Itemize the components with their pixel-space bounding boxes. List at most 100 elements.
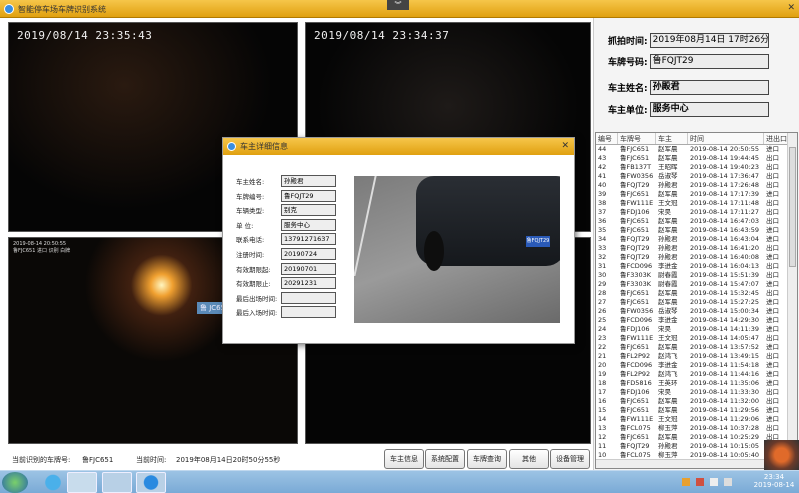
table-cell: 2019-08-14 11:32:00 xyxy=(690,397,760,405)
capture-time-row: 抓拍时间: 2019年08月14日 17时26分48秒 xyxy=(608,32,769,48)
col-header[interactable]: 车主 xyxy=(656,133,688,144)
dialog-close-button[interactable]: ✕ xyxy=(561,141,569,151)
table-row[interactable]: 18 鲁FD5816 王英环 2019-08-14 11:35:06 进口 xyxy=(596,379,797,388)
other-button[interactable]: 其他 xyxy=(509,449,549,469)
table-row[interactable]: 44 鲁FJC651 赵军晨 2019-08-14 20:50:55 进口 xyxy=(596,145,797,154)
table-cell: 出口 xyxy=(766,181,779,189)
table-cell: 进口 xyxy=(766,307,779,315)
table-cell: 鲁FJC651 xyxy=(620,190,650,198)
records-table[interactable]: 编号 车牌号 车主 时间 进出口 44 鲁FJC651 赵军晨 2019-08-14 … xyxy=(595,132,798,469)
detail-field-row: 车辆类型: 别克 xyxy=(236,204,336,217)
start-button[interactable] xyxy=(2,472,28,493)
table-cell: 2019-08-14 16:41:20 xyxy=(690,244,760,252)
table-row[interactable]: 15 鲁FJC651 赵军晨 2019-08-14 11:29:56 进口 xyxy=(596,406,797,415)
table-row[interactable]: 17 鲁FDJ106 宋昊 2019-08-14 11:33:30 出口 xyxy=(596,388,797,397)
collapse-button[interactable]: ︾ xyxy=(387,0,409,10)
table-row[interactable]: 43 鲁FJC651 赵军晨 2019-08-14 19:44:45 出口 xyxy=(596,154,797,163)
app-taskbar-icon[interactable] xyxy=(67,472,97,493)
owner-value: 孙殿君 xyxy=(649,79,769,95)
table-row[interactable]: 26 鲁FW0356 岳淑琴 2019-08-14 15:00:34 进口 xyxy=(596,307,797,316)
system-tray[interactable] xyxy=(682,478,742,488)
scroll-thumb[interactable] xyxy=(789,147,796,267)
table-cell: 36 xyxy=(598,217,607,225)
table-row[interactable]: 24 鲁FDJ106 宋昊 2019-08-14 14:11:39 进口 xyxy=(596,325,797,334)
detail-field-row: 联系电话: 13791271637 xyxy=(236,233,336,246)
field-value[interactable]: 20190701 xyxy=(281,262,336,275)
table-row[interactable]: 32 鲁FQJT29 孙殿君 2019-08-14 16:40:08 进口 xyxy=(596,253,797,262)
table-row[interactable]: 19 鲁FL2P92 赵鸿飞 2019-08-14 11:44:16 进口 xyxy=(596,370,797,379)
table-row[interactable]: 35 鲁FJC651 赵军晨 2019-08-14 16:43:59 进口 xyxy=(596,226,797,235)
p-app-icon[interactable] xyxy=(136,472,166,493)
camera-timestamp: 2019/08/14 23:35:43 xyxy=(17,29,153,42)
field-value[interactable] xyxy=(281,291,336,304)
tray-icon[interactable] xyxy=(682,478,690,486)
table-row[interactable]: 22 鲁FJC651 赵军晨 2019-08-14 13:57:52 进口 xyxy=(596,343,797,352)
field-value[interactable]: 别克 xyxy=(281,204,336,217)
detail-field-row: 单 位: 服务中心 xyxy=(236,218,336,231)
owner-row: 车主姓名: 孙殿君 xyxy=(608,79,769,95)
table-row[interactable]: 16 鲁FJC651 赵军晨 2019-08-14 11:32:00 出口 xyxy=(596,397,797,406)
media-player-icon[interactable] xyxy=(764,440,799,470)
table-row[interactable]: 20 鲁FCD096 李进金 2019-08-14 11:54:18 进口 xyxy=(596,361,797,370)
field-value[interactable]: 孙殿君 xyxy=(281,175,336,187)
table-row[interactable]: 39 鲁FJC651 赵军晨 2019-08-14 17:17:39 进口 xyxy=(596,190,797,199)
vertical-scrollbar[interactable] xyxy=(787,133,797,468)
table-row[interactable]: 25 鲁FCD096 李进金 2019-08-14 14:29:30 进口 xyxy=(596,316,797,325)
table-row[interactable]: 29 鲁F3303K 尉春霞 2019-08-14 15:47:07 进口 xyxy=(596,280,797,289)
table-row[interactable]: 31 鲁FCD096 李进金 2019-08-14 16:04:13 出口 xyxy=(596,262,797,271)
table-row[interactable]: 14 鲁FW111E 王文冠 2019-08-14 11:29:06 进口 xyxy=(596,415,797,424)
field-value[interactable]: 20190724 xyxy=(281,248,336,260)
col-header[interactable]: 车牌号 xyxy=(618,133,656,144)
field-value[interactable] xyxy=(281,306,336,319)
field-value[interactable]: 20291231 xyxy=(281,277,336,290)
table-row[interactable]: 34 鲁FQJT29 孙殿君 2019-08-14 16:43:04 进口 xyxy=(596,235,797,244)
parking-line xyxy=(354,176,377,276)
field-value[interactable]: 服务中心 xyxy=(281,218,336,231)
table-row[interactable]: 40 鲁FQJT29 孙殿君 2019-08-14 17:26:48 出口 xyxy=(596,181,797,190)
table-row[interactable]: 23 鲁FW111E 王文冠 2019-08-14 14:05:47 出口 xyxy=(596,334,797,343)
field-value[interactable]: 13791271637 xyxy=(281,233,336,246)
table-cell: 44 xyxy=(598,145,607,153)
table-cell: 16 xyxy=(598,397,607,405)
table-row[interactable]: 33 鲁FQJT29 孙殿君 2019-08-14 16:41:20 出口 xyxy=(596,244,797,253)
horizontal-scrollbar[interactable] xyxy=(596,459,788,468)
col-header[interactable]: 编号 xyxy=(596,133,618,144)
volume-icon[interactable] xyxy=(710,478,718,486)
table-row[interactable]: 13 鲁FCL075 柳玉萍 2019-08-14 10:37:28 出口 xyxy=(596,424,797,433)
table-row[interactable]: 42 鲁FB137T 王昭晖 2019-08-14 19:40:23 出口 xyxy=(596,163,797,172)
table-cell: 40 xyxy=(598,181,607,189)
table-row[interactable]: 30 鲁F3303K 尉春霞 2019-08-14 15:51:39 出口 xyxy=(596,271,797,280)
camera-timestamp: 2019-08-14 20:50:55 xyxy=(13,241,67,247)
clock[interactable]: 23:34 2019-08-14 xyxy=(752,473,796,489)
ie-icon[interactable] xyxy=(38,472,68,493)
table-row[interactable]: 41 鲁FW0356 岳淑琴 2019-08-14 17:36:47 出口 xyxy=(596,172,797,181)
table-cell: 鲁FJC651 xyxy=(620,298,650,306)
table-cell: 进口 xyxy=(766,379,779,387)
owner-info-button[interactable]: 车主信息 xyxy=(384,449,424,469)
field-label: 车主姓名: xyxy=(236,178,265,186)
bug-app-icon[interactable] xyxy=(102,472,132,493)
plate-query-button[interactable]: 车牌查询 xyxy=(467,449,507,469)
table-row[interactable]: 37 鲁FDJ106 宋昊 2019-08-14 17:11:27 出口 xyxy=(596,208,797,217)
system-config-button[interactable]: 系统配置 xyxy=(425,449,465,469)
table-row[interactable]: 36 鲁FJC651 赵军晨 2019-08-14 16:47:03 出口 xyxy=(596,217,797,226)
col-header[interactable]: 时间 xyxy=(688,133,764,144)
table-row[interactable]: 21 鲁FL2P92 赵鸿飞 2019-08-14 13:49:15 出口 xyxy=(596,352,797,361)
table-cell: 赵军晨 xyxy=(658,217,678,225)
col-header[interactable]: 进出口 xyxy=(764,133,789,144)
table-cell: 11 xyxy=(598,442,607,450)
table-row[interactable]: 28 鲁FJC651 赵军晨 2019-08-14 15:32:45 出口 xyxy=(596,289,797,298)
table-row[interactable]: 27 鲁FJC651 赵军晨 2019-08-14 15:27:25 进口 xyxy=(596,298,797,307)
device-manage-button[interactable]: 设备管理 xyxy=(550,449,590,469)
field-value[interactable]: 鲁FQJT29 xyxy=(281,189,336,202)
table-cell: 出口 xyxy=(766,334,779,342)
unit-row: 车主单位: 服务中心 xyxy=(608,101,769,117)
network-icon[interactable] xyxy=(724,478,732,486)
table-cell: 鲁FCD096 xyxy=(620,361,653,369)
table-row[interactable]: 38 鲁FW111E 王文冠 2019-08-14 17:11:48 出口 xyxy=(596,199,797,208)
tray-icon[interactable] xyxy=(696,478,704,486)
table-cell: 2019-08-14 11:29:06 xyxy=(690,415,760,423)
table-cell: 宋昊 xyxy=(658,388,671,396)
table-cell: 鲁FW111E xyxy=(620,334,654,342)
close-button[interactable]: ✕ xyxy=(787,3,795,13)
